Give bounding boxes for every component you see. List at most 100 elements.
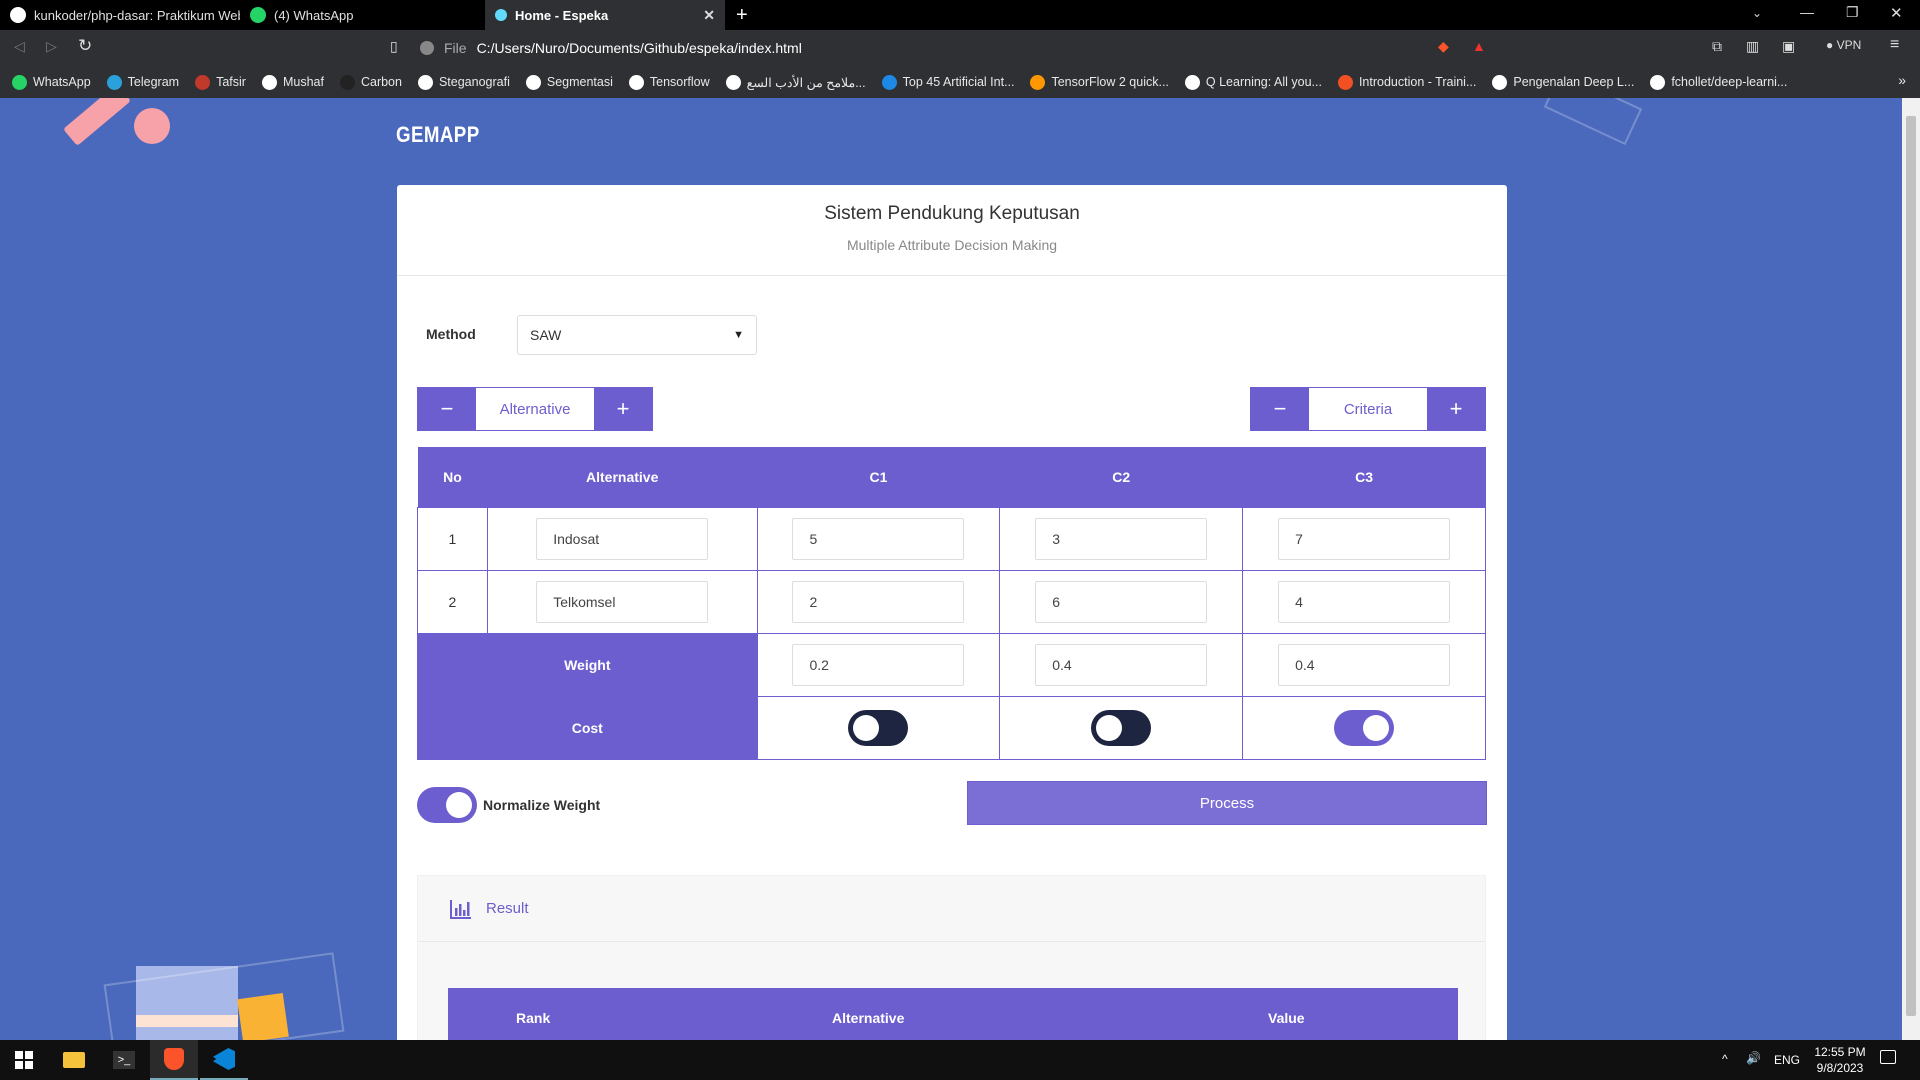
file-explorer-icon[interactable]: [50, 1040, 98, 1080]
cost-toggle-c1[interactable]: [848, 709, 909, 746]
result-title: Result: [486, 900, 529, 917]
brave-rewards-icon[interactable]: ▲: [1472, 38, 1486, 54]
value-cell: 6: [999, 569, 1244, 634]
decor-pink-bar: [63, 98, 131, 146]
criterion-value-input[interactable]: 3: [1035, 517, 1208, 560]
bookmark-icon: [525, 74, 541, 90]
restore-icon[interactable]: ❐: [1846, 4, 1859, 21]
tab-search-icon[interactable]: ⌄: [1752, 6, 1762, 20]
github-icon: [10, 7, 26, 23]
back-icon[interactable]: ◁: [14, 38, 25, 55]
remove-alternative-button[interactable]: −: [418, 388, 476, 430]
col-c1: C1: [757, 447, 1000, 507]
criterion-value-input[interactable]: 7: [1278, 517, 1451, 560]
wallet-icon[interactable]: ▣: [1782, 38, 1795, 55]
alternative-name-input[interactable]: Indosat: [536, 517, 709, 560]
bookmarks-overflow-icon[interactable]: »: [1898, 72, 1906, 88]
criterion-value-input[interactable]: 6: [1035, 580, 1208, 623]
remove-criteria-button[interactable]: −: [1251, 388, 1309, 430]
normalize-weight-control: Normalize Weight: [417, 787, 600, 823]
minimize-icon[interactable]: —: [1800, 4, 1814, 20]
bookmark-icon: [339, 74, 355, 90]
card-header: Sistem Pendukung Keputusan Multiple Attr…: [397, 185, 1507, 276]
weight-input-c3[interactable]: 0.4: [1278, 643, 1451, 686]
weight-input-c1[interactable]: 0.2: [792, 643, 965, 686]
bookmark-item[interactable]: Pengenalan Deep L...: [1492, 74, 1634, 90]
cost-toggle-c3[interactable]: [1334, 709, 1395, 746]
criteria-stepper-label: Criteria: [1309, 388, 1427, 430]
bookmark-item[interactable]: Top 45 Artificial Int...: [881, 74, 1014, 90]
sidebar-icon[interactable]: ▥: [1746, 38, 1759, 55]
criterion-value-input[interactable]: 2: [792, 580, 965, 623]
terminal-icon[interactable]: >_: [100, 1040, 148, 1080]
extensions-icon[interactable]: ⧉: [1712, 38, 1722, 55]
close-tab-icon[interactable]: ✕: [703, 7, 715, 24]
scrollbar-thumb[interactable]: [1906, 116, 1916, 1016]
windows-start-icon[interactable]: [0, 1040, 48, 1080]
vscode-icon[interactable]: [200, 1040, 248, 1080]
bookmark-item[interactable]: WhatsApp: [12, 74, 91, 90]
clock[interactable]: 12:55 PM 9/8/2023: [1806, 1044, 1874, 1076]
bookmark-item[interactable]: TensorFlow 2 quick...: [1030, 74, 1169, 90]
vpn-button[interactable]: ● VPN: [1826, 38, 1861, 52]
col-c2: C2: [999, 447, 1243, 507]
brave-shields-icon[interactable]: ◆: [1438, 38, 1449, 55]
tray-chevron-icon[interactable]: ^: [1722, 1052, 1728, 1066]
add-criteria-button[interactable]: +: [1427, 388, 1485, 430]
col-no: No: [417, 447, 488, 507]
tab-espeka[interactable]: Home - Espeka ✕: [485, 0, 725, 30]
process-button[interactable]: Process: [967, 781, 1487, 825]
bookmark-label: Tafsir: [216, 75, 246, 89]
bookmark-icon: [725, 74, 741, 90]
bookmark-item[interactable]: Steganografi: [417, 74, 510, 90]
bookmark-item[interactable]: Tensorflow: [628, 74, 710, 90]
notification-icon[interactable]: [1880, 1050, 1896, 1064]
bookmark-item[interactable]: Telegram: [106, 74, 179, 90]
bookmark-label: Q Learning: All you...: [1205, 75, 1322, 89]
decor-outline: [1543, 98, 1643, 146]
method-select[interactable]: SAW ▼: [517, 315, 757, 355]
brand-logo[interactable]: GEMAPP: [396, 122, 480, 148]
criterion-value-input[interactable]: 5: [792, 517, 965, 560]
language-indicator[interactable]: ENG: [1774, 1053, 1800, 1067]
normalize-weight-toggle[interactable]: [417, 787, 477, 823]
alternative-stepper: − Alternative +: [417, 387, 653, 431]
page-scrollbar[interactable]: [1902, 98, 1920, 1040]
close-window-icon[interactable]: ✕: [1890, 4, 1903, 22]
bookmark-item[interactable]: Carbon: [339, 74, 402, 90]
bookmark-page-icon[interactable]: ▯: [390, 38, 398, 55]
reload-icon[interactable]: ↻: [78, 36, 92, 56]
tab-whatsapp[interactable]: (4) WhatsApp: [240, 0, 480, 30]
bookmark-icon: [1337, 74, 1353, 90]
new-tab-button[interactable]: +: [736, 4, 748, 27]
tab-title: kunkoder/php-dasar: Praktikum Web I: [34, 7, 240, 23]
bookmark-item[interactable]: Mushaf: [261, 74, 324, 90]
alternative-name-input[interactable]: Telkomsel: [536, 580, 709, 623]
alt-cell: Telkomsel: [486, 569, 758, 634]
brave-browser-icon[interactable]: [150, 1040, 198, 1080]
address-field[interactable]: File C:/Users/Nuro/Documents/Github/espe…: [420, 34, 1500, 62]
browser-toolbar: ◁ ▷ ↻ ▯ File C:/Users/Nuro/Documents/Git…: [0, 30, 1920, 66]
bookmark-icon: [628, 74, 644, 90]
bookmark-item[interactable]: Tafsir: [195, 74, 246, 90]
bookmark-item[interactable]: Segmentasi: [525, 74, 613, 90]
page-viewport: GEMAPP Sistem Pendukung Keputusan Multip…: [0, 98, 1902, 1040]
volume-icon[interactable]: 🔊: [1746, 1051, 1761, 1065]
bookmark-item[interactable]: Q Learning: All you...: [1184, 74, 1322, 90]
weight-input-c2[interactable]: 0.4: [1035, 643, 1208, 686]
bookmark-label: ملامح من الأدب السع...: [746, 75, 866, 90]
bookmark-item[interactable]: Introduction - Traini...: [1337, 74, 1476, 90]
bookmark-item[interactable]: fchollet/deep-learni...: [1650, 74, 1787, 90]
tab-github[interactable]: kunkoder/php-dasar: Praktikum Web I: [0, 0, 240, 30]
bookmark-item[interactable]: ملامح من الأدب السع...: [725, 74, 866, 90]
chart-bar-icon: [450, 899, 471, 919]
criterion-value-input[interactable]: 4: [1278, 580, 1451, 623]
add-alternative-button[interactable]: +: [594, 388, 652, 430]
toggle-knob: [1096, 714, 1123, 741]
menu-icon[interactable]: ≡: [1890, 36, 1899, 54]
main-card: Sistem Pendukung Keputusan Multiple Attr…: [397, 185, 1507, 1040]
cost-toggle-c2[interactable]: [1091, 709, 1152, 746]
bookmark-icon: [1184, 74, 1200, 90]
forward-icon[interactable]: ▷: [46, 38, 57, 55]
weight-cell: 0.4: [1242, 632, 1486, 697]
